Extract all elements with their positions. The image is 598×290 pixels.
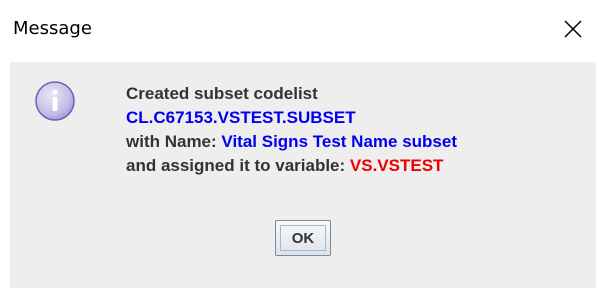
close-button[interactable]: [556, 12, 590, 46]
message-panel: Created subset codelist CL.C67153.VSTEST…: [10, 62, 596, 288]
assign-prefix: and assigned it to variable:: [126, 156, 346, 175]
info-icon: [35, 81, 75, 121]
ok-button[interactable]: OK: [275, 220, 331, 256]
message-line-created: Created subset codelist: [126, 84, 318, 103]
codelist-name: Vital Signs Test Name subset: [221, 132, 457, 151]
message-text: Created subset codelist CL.C67153.VSTEST…: [126, 82, 457, 178]
message-line-name: with Name: Vital Signs Test Name subset: [126, 130, 457, 154]
close-icon: [564, 20, 582, 38]
title-bar: Message: [0, 0, 598, 62]
dialog-title: Message: [13, 18, 92, 39]
message-dialog: Message Created subset codelist CL.C6715…: [0, 0, 598, 290]
name-prefix: with Name:: [126, 132, 217, 151]
message-line-variable: and assigned it to variable: VS.VSTEST: [126, 154, 457, 178]
codelist-id: CL.C67153.VSTEST.SUBSET: [126, 108, 356, 127]
variable-name: VS.VSTEST: [349, 156, 444, 175]
